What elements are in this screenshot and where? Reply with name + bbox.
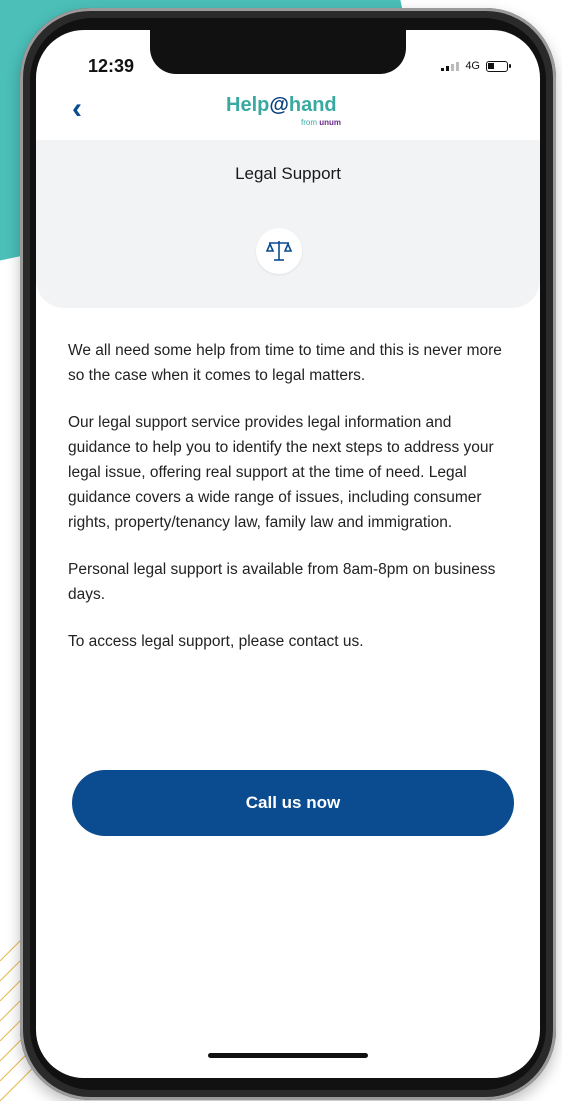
page-title: Legal Support — [235, 164, 341, 183]
app-logo: Help@hand — [226, 94, 337, 117]
logo-sub-brand: unum — [319, 118, 342, 127]
body-content: We all need some help from time to time … — [68, 338, 518, 676]
paragraph-hours: Personal legal support is available from… — [68, 561, 496, 603]
service-icon-badge — [256, 228, 302, 274]
logo-hand: hand — [288, 94, 337, 116]
paragraph-contact: To access legal support, please contact … — [68, 633, 364, 650]
home-indicator[interactable] — [208, 1053, 368, 1058]
logo-help: Help — [226, 94, 270, 116]
app-screen: 12:39 4G ‹ Help@hand from unum Legal Sup… — [36, 30, 540, 1078]
stage: 12:39 4G ‹ Help@hand from unum Legal Sup… — [0, 0, 562, 1101]
logo-sub-prefix: from — [301, 118, 317, 127]
app-header: ‹ Help@hand from unum — [36, 90, 540, 130]
logo-subtitle: from unum — [301, 118, 341, 127]
status-indicators: 4G — [441, 60, 511, 72]
status-time: 12:39 — [88, 56, 135, 76]
signal-icon — [441, 61, 460, 71]
network-label: 4G — [465, 60, 480, 72]
logo-at: @ — [269, 94, 289, 116]
paragraph-intro: We all need some help from time to time … — [68, 342, 502, 384]
phone-notch — [150, 28, 406, 74]
paragraph-service: Our legal support service provides legal… — [68, 414, 494, 531]
chevron-left-icon: ‹ — [72, 92, 82, 125]
call-us-now-button[interactable]: Call us now — [72, 770, 514, 836]
battery-icon — [486, 60, 511, 72]
back-button[interactable]: ‹ — [72, 92, 82, 126]
service-card: Legal Support — [36, 140, 540, 308]
scales-icon — [266, 241, 292, 261]
